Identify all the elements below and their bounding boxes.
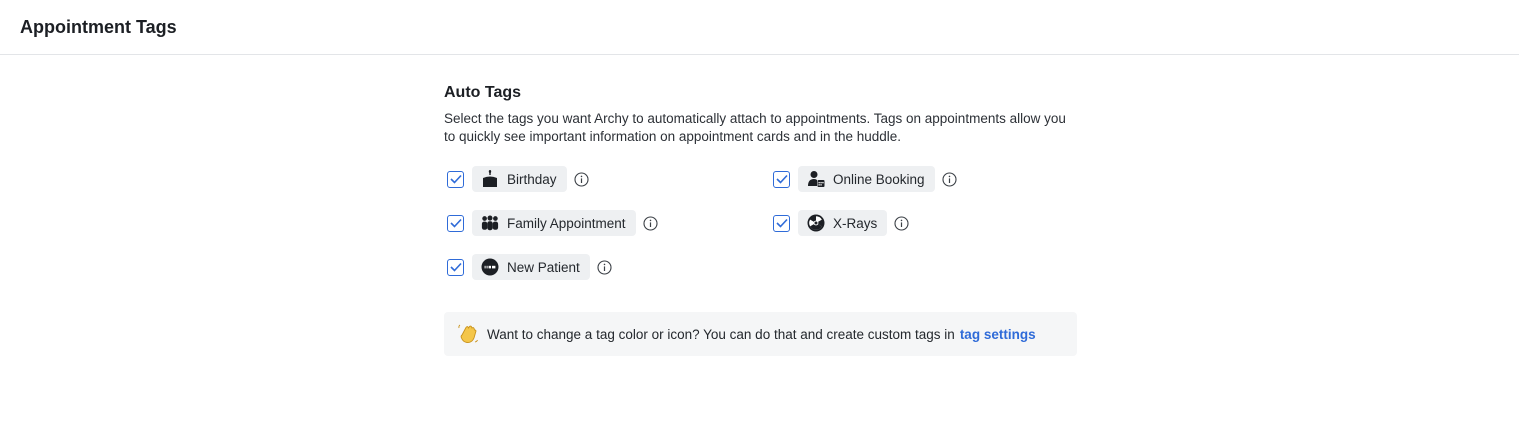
tag-row-x-rays: X-Rays [770, 210, 909, 236]
new-patient-checkbox[interactable] [447, 258, 464, 276]
tags-grid: Birthday Online Booking Family Appointme… [444, 166, 1078, 296]
info-icon[interactable] [643, 215, 658, 231]
birthday-checkbox[interactable] [447, 170, 464, 188]
tag-settings-link[interactable]: tag settings [960, 327, 1036, 342]
tag-label-x-rays: X-Rays [833, 215, 878, 231]
page-header: Appointment Tags [0, 0, 1519, 55]
cake-icon [481, 170, 499, 188]
family-appointment-checkbox[interactable] [447, 214, 464, 232]
checkmark-icon [775, 174, 788, 184]
notice-text: Want to change a tag color or icon? You … [487, 326, 955, 342]
tag-label-family-appointment: Family Appointment [507, 215, 626, 231]
tag-row-family-appointment: Family Appointment [444, 210, 658, 236]
online-booking-icon [807, 170, 825, 188]
tag-row-new-patient: New Patient [444, 254, 612, 280]
tag-label-birthday: Birthday [507, 171, 557, 187]
checkmark-icon [449, 218, 462, 228]
info-icon[interactable] [573, 171, 589, 187]
tag-row-birthday: Birthday [444, 166, 589, 192]
tag-chip-online-booking: Online Booking [798, 166, 935, 192]
x-rays-checkbox[interactable] [773, 214, 790, 232]
family-icon [481, 214, 499, 232]
waving-hand-icon [457, 323, 479, 345]
tag-chip-x-rays: X-Rays [798, 210, 888, 236]
tag-chip-family-appointment: Family Appointment [472, 210, 636, 236]
tag-row-online-booking: Online Booking [770, 166, 957, 192]
auto-tags-section: Auto Tags Select the tags you want Archy… [444, 82, 1078, 356]
page-title: Appointment Tags [20, 16, 177, 37]
tag-chip-new-patient: New Patient [472, 254, 590, 280]
radiation-icon [807, 214, 825, 232]
info-icon[interactable] [597, 259, 612, 275]
tag-label-online-booking: Online Booking [833, 171, 925, 187]
new-badge-icon [481, 258, 499, 276]
tag-label-new-patient: New Patient [507, 259, 580, 275]
checkmark-icon [449, 174, 462, 184]
section-title: Auto Tags [444, 84, 522, 101]
tag-chip-birthday: Birthday [472, 166, 567, 192]
tag-settings-notice: Want to change a tag color or icon? You … [444, 312, 1077, 356]
checkmark-icon [449, 262, 462, 272]
info-icon[interactable] [942, 171, 957, 187]
info-icon[interactable] [894, 215, 909, 231]
checkmark-icon [775, 218, 788, 228]
online-booking-checkbox[interactable] [773, 170, 790, 188]
section-description: Select the tags you want Archy to automa… [444, 111, 1066, 144]
